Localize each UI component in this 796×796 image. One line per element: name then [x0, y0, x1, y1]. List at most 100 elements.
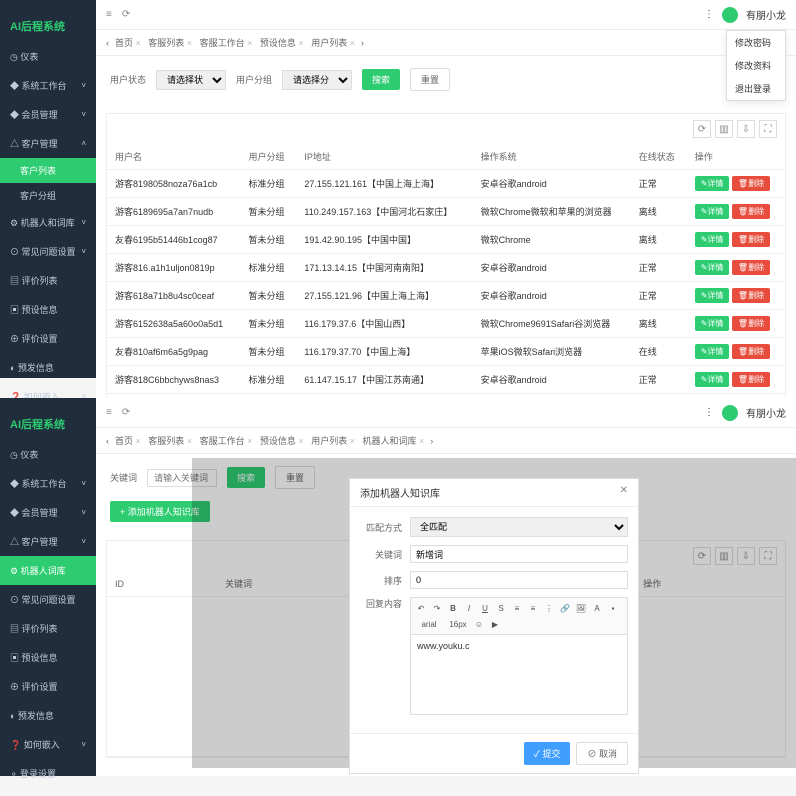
sidebar-item-3[interactable]: △ 客户管理˄ — [0, 129, 96, 158]
tab[interactable]: 用户列表 × — [311, 38, 355, 48]
more-icon[interactable]: ⋮ — [704, 9, 714, 20]
sidebar-item-8[interactable]: ⊕ 评价设置 — [0, 672, 96, 701]
columns-icon[interactable]: ▥ — [715, 120, 733, 138]
tab-close-icon[interactable]: × — [350, 436, 355, 446]
detail-button[interactable]: ✎详情 — [695, 372, 730, 387]
sidebar-item-10[interactable]: ❓ 如何嵌入˅ — [0, 730, 96, 759]
delete-button[interactable]: 🗑删除 — [732, 232, 770, 247]
list-icon[interactable]: ⋮ — [542, 601, 556, 615]
emoji-icon[interactable]: ☺ — [472, 617, 486, 631]
tab-close-icon[interactable]: × — [136, 38, 141, 48]
italic-icon[interactable]: I — [462, 601, 476, 615]
sidebar-item-0[interactable]: ◷ 仪表 — [0, 42, 96, 71]
sidebar-item-1[interactable]: ◆ 系统工作台˅ — [0, 71, 96, 100]
tab-close-icon[interactable]: × — [187, 38, 192, 48]
underline-icon[interactable]: U — [478, 601, 492, 615]
cancel-button[interactable]: ⊘ 取消 — [576, 742, 628, 765]
sidebar-item-5[interactable]: ⊙ 常见问题设置˅ — [0, 237, 96, 266]
detail-button[interactable]: ✎详情 — [695, 344, 730, 359]
tab[interactable]: 用户列表 × — [311, 436, 355, 446]
reload-icon[interactable]: ⟳ — [693, 120, 711, 138]
tab[interactable]: 机器人和词库 × — [362, 436, 424, 446]
submit-button[interactable]: ✓ 提交 — [524, 742, 571, 765]
sidebar-sub[interactable]: 客户列表 — [0, 158, 96, 183]
tab[interactable]: 客服列表 × — [148, 38, 192, 48]
strike-icon[interactable]: S — [494, 601, 508, 615]
tab-close-icon[interactable]: × — [298, 436, 303, 446]
nav-next-icon[interactable]: › — [361, 38, 364, 48]
sidebar-item-7[interactable]: ▣ 预设信息 — [0, 643, 96, 672]
align-center-icon[interactable]: ≡ — [526, 601, 540, 615]
user-menu-item[interactable]: 修改密码 — [727, 31, 785, 54]
nav-prev-icon[interactable]: ‹ — [106, 436, 109, 446]
match-select[interactable]: 全匹配 — [410, 517, 628, 537]
sort-input[interactable] — [410, 571, 628, 589]
avatar[interactable] — [722, 7, 738, 23]
sidebar-item-9[interactable]: ◐ 预发信息 — [0, 701, 96, 730]
delete-button[interactable]: 🗑删除 — [732, 372, 770, 387]
sidebar-item-2[interactable]: ◆ 会员管理˅ — [0, 100, 96, 129]
video-icon[interactable]: ▶ — [488, 617, 502, 631]
user-menu-item[interactable]: 修改资料 — [727, 54, 785, 77]
close-icon[interactable]: ✕ — [620, 485, 628, 500]
tab-close-icon[interactable]: × — [298, 38, 303, 48]
align-left-icon[interactable]: ≡ — [510, 601, 524, 615]
tab[interactable]: 客服工作台 × — [200, 436, 253, 446]
bg-icon[interactable]: ▪ — [606, 601, 620, 615]
tab[interactable]: 预设信息 × — [260, 436, 304, 446]
redo-icon[interactable]: ↷ — [430, 601, 444, 615]
tab-close-icon[interactable]: × — [136, 436, 141, 446]
delete-button[interactable]: 🗑删除 — [732, 204, 770, 219]
sidebar-item-4[interactable]: ⚙ 机器人词库 — [0, 556, 96, 585]
user-name[interactable]: 有朋小龙 — [746, 405, 786, 420]
sidebar-item-6[interactable]: ▤ 评价列表 — [0, 266, 96, 295]
sidebar-item-5[interactable]: ⊙ 常见问题设置 — [0, 585, 96, 614]
export-icon[interactable]: ⇩ — [737, 120, 755, 138]
tab[interactable]: 首页 × — [115, 436, 141, 446]
tab[interactable]: 客服列表 × — [148, 436, 192, 446]
tab[interactable]: 预设信息 × — [260, 38, 304, 48]
tab-close-icon[interactable]: × — [419, 436, 424, 446]
sidebar-item-1[interactable]: ◆ 系统工作台˅ — [0, 469, 96, 498]
delete-button[interactable]: 🗑删除 — [732, 316, 770, 331]
sidebar-item-2[interactable]: ◆ 会员管理˅ — [0, 498, 96, 527]
menu-icon[interactable]: ≡ — [106, 9, 112, 20]
link-icon[interactable]: 🔗 — [558, 601, 572, 615]
sidebar-sub[interactable]: 客户分组 — [0, 183, 96, 208]
keyword-input[interactable] — [410, 545, 628, 563]
search-button[interactable]: 搜索 — [362, 69, 400, 90]
tab-close-icon[interactable]: × — [350, 38, 355, 48]
sidebar-item-8[interactable]: ⊕ 评价设置 — [0, 324, 96, 353]
menu-icon[interactable]: ≡ — [106, 407, 112, 418]
nav-next-icon[interactable]: › — [430, 436, 433, 446]
tab-close-icon[interactable]: × — [247, 38, 252, 48]
detail-button[interactable]: ✎详情 — [695, 260, 730, 275]
user-name[interactable]: 有朋小龙 — [746, 7, 786, 22]
nav-prev-icon[interactable]: ‹ — [106, 38, 109, 48]
size-select[interactable]: 16px — [446, 617, 470, 631]
tab-close-icon[interactable]: × — [247, 436, 252, 446]
tab-close-icon[interactable]: × — [187, 436, 192, 446]
refresh-icon[interactable]: ⟳ — [122, 9, 130, 20]
sidebar-item-6[interactable]: ▤ 评价列表 — [0, 614, 96, 643]
font-select[interactable]: arial — [414, 617, 444, 631]
delete-button[interactable]: 🗑删除 — [732, 344, 770, 359]
color-icon[interactable]: A — [590, 601, 604, 615]
editor-textarea[interactable]: www.youku.c — [410, 635, 628, 715]
reset-button[interactable]: 重置 — [410, 68, 450, 91]
detail-button[interactable]: ✎详情 — [695, 288, 730, 303]
sidebar-item-3[interactable]: △ 客户管理˅ — [0, 527, 96, 556]
sidebar-item-0[interactable]: ◷ 仪表 — [0, 440, 96, 469]
bold-icon[interactable]: B — [446, 601, 460, 615]
tab[interactable]: 客服工作台 × — [200, 38, 253, 48]
sidebar-item-7[interactable]: ▣ 预设信息 — [0, 295, 96, 324]
user-menu-item[interactable]: 退出登录 — [727, 77, 785, 100]
detail-button[interactable]: ✎详情 — [695, 316, 730, 331]
detail-button[interactable]: ✎详情 — [695, 176, 730, 191]
filter-status-select[interactable]: 请选择状态 — [156, 70, 226, 90]
detail-button[interactable]: ✎详情 — [695, 232, 730, 247]
filter-group-select[interactable]: 请选择分组 — [282, 70, 352, 90]
tab[interactable]: 首页 × — [115, 38, 141, 48]
more-icon[interactable]: ⋮ — [704, 407, 714, 418]
fullscreen-icon[interactable]: ⛶ — [759, 120, 777, 138]
